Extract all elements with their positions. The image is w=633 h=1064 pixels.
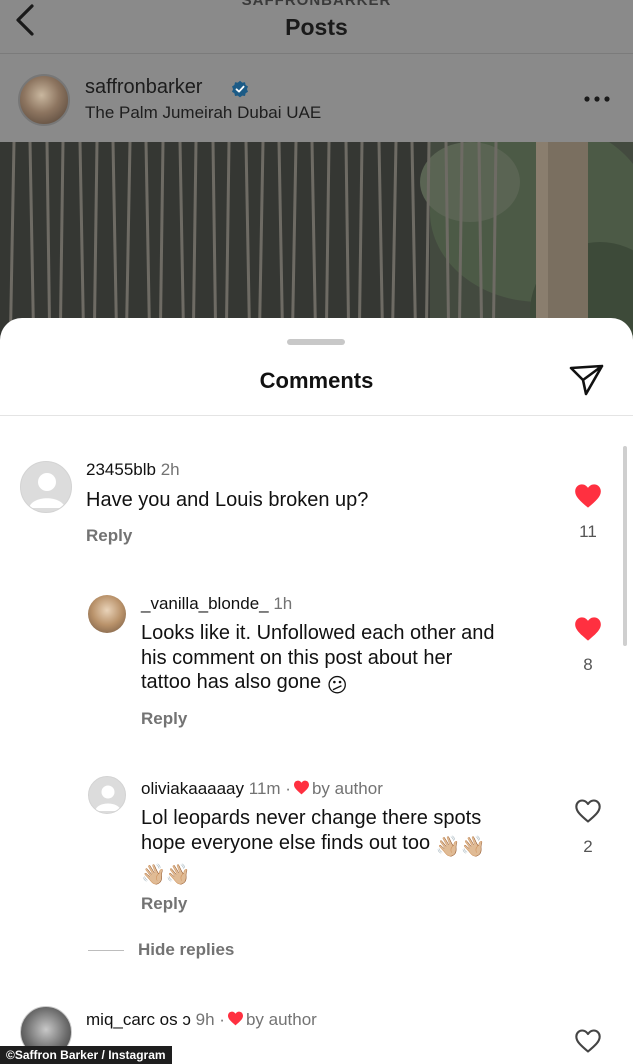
comment-time: 9h	[195, 1010, 215, 1029]
more-options-icon[interactable]	[582, 94, 612, 104]
post-header: saffronbarker The Palm Jumeirah Dubai UA…	[0, 54, 633, 142]
account-label: SAFFRONBARKER	[241, 0, 392, 9]
page-title: Posts	[285, 14, 348, 40]
top-navigation-bar: SAFFRONBARKER Posts	[0, 0, 633, 54]
comment-item: miq_carc os ɔ 9h · by author	[0, 318, 633, 1064]
heart-icon	[227, 1011, 243, 1026]
comment-username[interactable]: miq_carc os ɔ	[86, 1010, 191, 1029]
comment-header: miq_carc os ɔ 9h · by author	[86, 1010, 317, 1030]
by-author-label: by author	[245, 1010, 317, 1029]
post-author-avatar[interactable]	[18, 74, 70, 126]
photo-credit-watermark: ©Saffron Barker / Instagram	[0, 1046, 172, 1064]
heart-outline-icon[interactable]	[574, 1028, 602, 1054]
verified-badge-icon	[232, 80, 248, 98]
comments-sheet: Comments 23455blb 2h Have you and Louis …	[0, 318, 633, 1064]
by-author-badge: · by author	[219, 1010, 317, 1029]
post-page-background: SAFFRONBARKER Posts saffronbarker The Pa…	[0, 0, 633, 360]
post-location[interactable]: The Palm Jumeirah Dubai UAE	[85, 103, 321, 123]
post-author-username[interactable]: saffronbarker	[85, 76, 202, 99]
